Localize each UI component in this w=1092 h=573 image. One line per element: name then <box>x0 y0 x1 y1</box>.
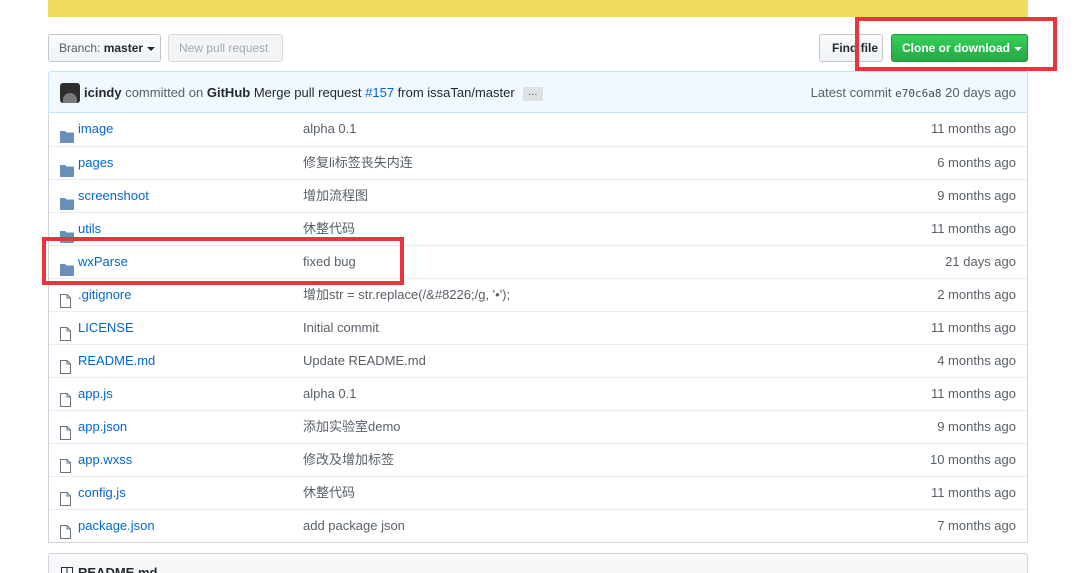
commit-message-link[interactable]: alpha 0.1 <box>303 378 357 410</box>
commit-message-link[interactable]: 修复li标签丧失内连 <box>303 147 413 179</box>
commit-platform: GitHub <box>206 85 251 100</box>
table-row[interactable]: README.md Update README.md 4 months ago <box>49 344 1027 377</box>
commit-message-link[interactable]: 修改及增加标签 <box>303 444 394 476</box>
commit-summary: icindy committed on GitHub Merge pull re… <box>84 85 543 101</box>
commit-age: 11 months ago <box>930 320 1016 335</box>
file-list: image alpha 0.1 11 months ago pages 修复li标签丧失… <box>48 113 1028 543</box>
commit-age: 4 months ago <box>937 353 1016 368</box>
commit-age: 7 months ago <box>937 518 1016 533</box>
commit-message-link[interactable]: Initial commit <box>303 312 379 344</box>
commit-message-link[interactable]: 添加实验室demo <box>303 411 401 443</box>
file-name-link[interactable]: app.wxss <box>78 444 132 476</box>
commit-message-prefix[interactable]: Merge pull request <box>254 85 362 100</box>
commit-message-suffix[interactable]: from issaTan/master <box>398 85 515 100</box>
table-row[interactable]: LICENSE Initial commit 11 months ago <box>49 311 1027 344</box>
branch-name: master <box>103 41 144 55</box>
commit-age: 6 months ago <box>937 155 1016 170</box>
table-row[interactable]: package.json add package json 7 months ago <box>49 509 1027 542</box>
commit-age: 10 months ago <box>929 452 1016 467</box>
commit-age: 9 months ago <box>937 188 1016 203</box>
new-pull-request-button[interactable]: New pull request <box>168 34 283 62</box>
commit-message-link[interactable]: alpha 0.1 <box>303 113 357 145</box>
commit-age: 21 days ago <box>945 254 1016 269</box>
banner-strip <box>48 0 1028 17</box>
table-row[interactable]: config.js 休整代码 11 months ago <box>49 476 1027 509</box>
commit-age: 11 months ago <box>930 121 1016 136</box>
file-name-link[interactable]: image <box>78 113 113 145</box>
commit-age: 11 months ago <box>930 386 1016 401</box>
latest-commit-bar: icindy committed on GitHub Merge pull re… <box>48 71 1028 113</box>
commit-message-link[interactable]: 休整代码 <box>303 477 355 509</box>
highlight-box-wxparse <box>42 237 404 285</box>
file-name-link[interactable]: screenshoot <box>78 180 149 212</box>
highlight-box-clone <box>855 17 1057 71</box>
file-name-link[interactable]: pages <box>78 147 113 179</box>
avatar[interactable] <box>60 83 80 103</box>
commit-age: 9 months ago <box>937 419 1016 434</box>
commit-age: 11 months ago <box>930 485 1016 500</box>
commit-message-link[interactable]: 增加流程图 <box>303 180 368 212</box>
commit-author[interactable]: icindy <box>84 85 122 100</box>
table-row[interactable]: image alpha 0.1 11 months ago <box>49 113 1027 146</box>
readme-header: README.md <box>48 553 1028 573</box>
expand-commit-button[interactable]: … <box>522 86 543 101</box>
branch-prefix: Branch: <box>59 41 101 55</box>
file-name-link[interactable]: LICENSE <box>78 312 134 344</box>
commit-pr-link[interactable]: #157 <box>365 85 394 100</box>
commit-message-link[interactable]: add package json <box>303 510 405 542</box>
committed-on-text: committed on <box>125 85 204 100</box>
readme-title: README.md <box>78 565 158 573</box>
file-name-link[interactable]: app.json <box>78 411 127 443</box>
book-icon <box>61 567 73 573</box>
file-name-link[interactable]: app.js <box>78 378 113 410</box>
file-name-link[interactable]: package.json <box>78 510 155 542</box>
commit-age: 11 months ago <box>930 221 1016 236</box>
file-name-link[interactable]: config.js <box>78 477 126 509</box>
table-row[interactable]: app.wxss 修改及增加标签 10 months ago <box>49 443 1027 476</box>
file-icon <box>60 519 71 551</box>
commit-message-link[interactable]: Update README.md <box>303 345 426 377</box>
commit-meta: Latest commit e70c6a8 20 days ago <box>811 85 1016 100</box>
commit-age: 2 months ago <box>937 287 1016 302</box>
commit-age: 20 days ago <box>945 85 1016 100</box>
table-row[interactable]: pages 修复li标签丧失内连 6 months ago <box>49 146 1027 179</box>
commit-sha[interactable]: e70c6a8 <box>895 87 941 100</box>
latest-commit-label: Latest commit <box>810 85 892 100</box>
file-name-link[interactable]: README.md <box>78 345 155 377</box>
caret-down-icon <box>147 46 156 51</box>
branch-select-button[interactable]: Branch: master <box>48 34 161 62</box>
table-row[interactable]: app.js alpha 0.1 11 months ago <box>49 377 1027 410</box>
table-row[interactable]: app.json 添加实验室demo 9 months ago <box>49 410 1027 443</box>
table-row[interactable]: screenshoot 增加流程图 9 months ago <box>49 179 1027 212</box>
